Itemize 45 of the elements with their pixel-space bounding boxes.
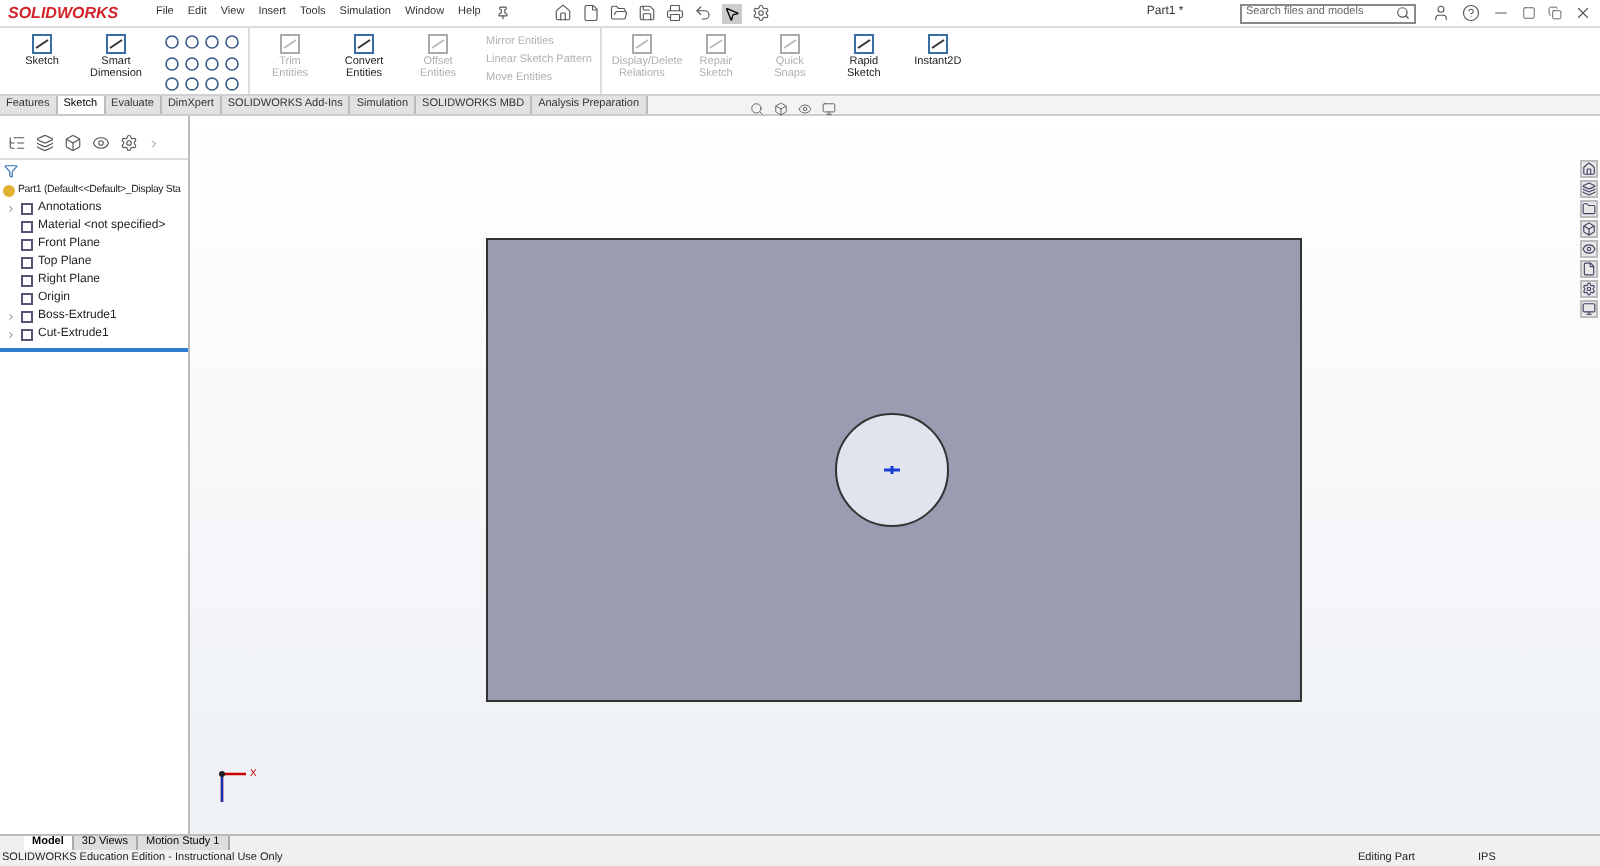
tool-icon	[925, 32, 950, 56]
save-icon[interactable]	[638, 4, 657, 22]
settings-icon[interactable]	[752, 4, 771, 22]
task-pane-icon[interactable]	[1580, 180, 1598, 198]
folder-icon[interactable]	[610, 4, 629, 22]
task-pane-icon[interactable]	[1580, 280, 1598, 298]
filter-icon[interactable]	[4, 164, 18, 178]
feature-tree-icon[interactable]	[8, 134, 26, 152]
tool-icon	[426, 32, 450, 56]
maximize-icon[interactable]	[1522, 6, 1536, 20]
view-orientation-icon[interactable]	[774, 102, 788, 116]
configuration-icon[interactable]	[64, 134, 82, 152]
tool-icon	[30, 32, 54, 56]
tool-icon	[629, 32, 654, 56]
help-icon[interactable]	[1462, 4, 1480, 22]
home-icon[interactable]	[554, 4, 573, 22]
axis-triad-icon	[218, 770, 250, 806]
task-pane-icon[interactable]	[1580, 300, 1598, 318]
close-icon[interactable]	[1574, 4, 1592, 22]
task-pane-icon[interactable]	[1580, 260, 1598, 278]
task-pane-icon[interactable]	[1580, 220, 1598, 238]
task-pane-icon[interactable]	[1580, 160, 1598, 178]
property-icon[interactable]	[36, 134, 54, 152]
undo-icon[interactable]	[694, 4, 713, 22]
tool-icon	[703, 32, 728, 56]
hide-show-icon[interactable]	[798, 102, 812, 116]
user-icon[interactable]	[1432, 4, 1450, 22]
zoom-icon[interactable]	[750, 102, 764, 116]
pin-icon[interactable]	[496, 6, 511, 20]
restore-icon[interactable]	[1548, 6, 1562, 20]
tool-icon	[278, 32, 302, 56]
tool-icon	[777, 32, 802, 56]
tool-icon	[104, 32, 128, 56]
search-icon[interactable]	[1396, 6, 1410, 20]
expand-icon[interactable]	[6, 204, 16, 214]
task-pane-icon[interactable]	[1580, 240, 1598, 258]
new-document-icon[interactable]	[582, 4, 601, 22]
tool-icon	[352, 32, 376, 56]
select-icon[interactable]	[722, 3, 743, 23]
print-icon[interactable]	[666, 4, 685, 22]
display-style-icon[interactable]	[822, 102, 836, 116]
display-icon[interactable]	[92, 134, 110, 152]
app-logo: SOLIDWORKS	[8, 1, 121, 25]
task-pane-icon[interactable]	[1580, 200, 1598, 218]
tool-icon	[851, 32, 876, 56]
